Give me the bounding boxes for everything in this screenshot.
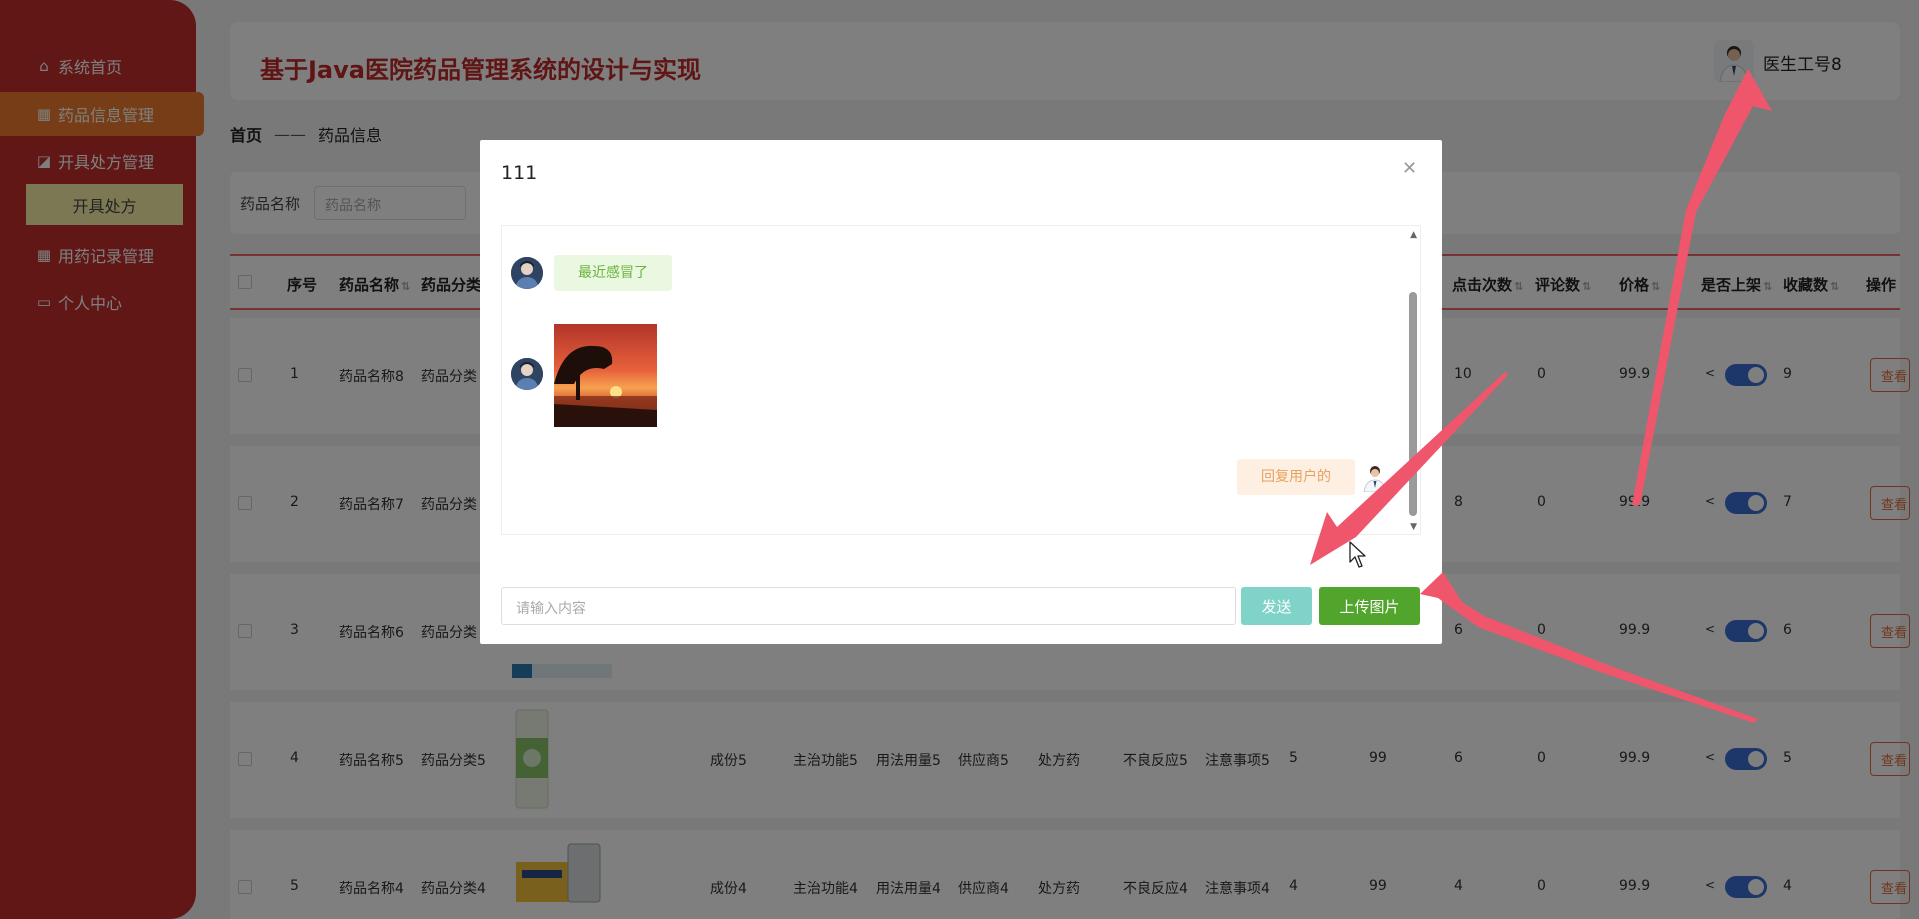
send-button[interactable]: 发送 [1241, 587, 1312, 625]
message-input-placeholder: 请输入内容 [516, 601, 586, 617]
scroll-up-icon[interactable]: ▲ [1410, 230, 1417, 240]
doctor-avatar [1361, 462, 1389, 492]
chat-dialog: 111 ✕ 最近感冒了 回复用户的 ▲ ▼ 请输入内容 发送 上传图片 [480, 140, 1442, 644]
dialog-title: 111 [501, 162, 538, 184]
mouse-cursor-icon [1349, 541, 1366, 568]
chat-image-sunset[interactable] [554, 324, 657, 427]
close-icon[interactable]: ✕ [1402, 158, 1417, 179]
scroll-down-icon[interactable]: ▼ [1410, 522, 1417, 532]
upload-image-button[interactable]: 上传图片 [1319, 587, 1420, 625]
user-avatar [511, 257, 543, 289]
message-input[interactable]: 请输入内容 [501, 587, 1236, 625]
chat-bubble-doctor-reply: 回复用户的 [1237, 459, 1355, 495]
user-avatar [511, 358, 543, 390]
chat-bubble-user-text: 最近感冒了 [554, 255, 672, 291]
chat-messages[interactable]: 最近感冒了 回复用户的 ▲ ▼ [501, 225, 1421, 535]
chat-scrollbar[interactable]: ▲ ▼ [1406, 226, 1420, 534]
scrollbar-thumb[interactable] [1409, 292, 1417, 516]
